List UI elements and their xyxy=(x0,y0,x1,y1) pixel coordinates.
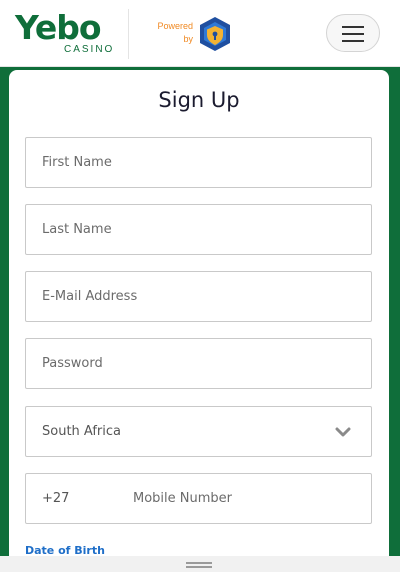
mobile-number-field[interactable]: +27 Mobile Number xyxy=(25,473,372,524)
drag-handle-icon[interactable] xyxy=(0,556,400,572)
mobile-number-placeholder: Mobile Number xyxy=(133,491,232,506)
handle-line-2 xyxy=(186,566,212,568)
shield-lock-icon xyxy=(200,17,230,51)
handle-line-1 xyxy=(186,562,212,564)
bottom-sheet-bar xyxy=(0,556,400,572)
country-select[interactable]: South Africa xyxy=(25,406,372,457)
menu-line-2 xyxy=(342,33,364,35)
last-name-placeholder: Last Name xyxy=(42,222,112,237)
menu-line-3 xyxy=(342,40,364,42)
by-text: by xyxy=(183,34,193,44)
chevron-down-icon xyxy=(335,427,351,437)
header-divider xyxy=(128,9,129,59)
logo-subtitle: CASINO xyxy=(64,44,115,55)
password-field[interactable]: Password xyxy=(25,338,372,389)
hamburger-menu-button[interactable] xyxy=(326,14,380,52)
first-name-field[interactable]: First Name xyxy=(25,137,372,188)
password-placeholder: Password xyxy=(42,356,103,371)
phone-country-code: +27 xyxy=(42,491,70,506)
powered-text: Powered xyxy=(157,21,193,31)
menu-line-1 xyxy=(342,26,364,28)
powered-by-label: Powered by xyxy=(147,20,193,46)
last-name-field[interactable]: Last Name xyxy=(25,204,372,255)
country-value: South Africa xyxy=(42,424,121,439)
first-name-placeholder: First Name xyxy=(42,155,112,170)
logo-wordmark: Yebo xyxy=(15,8,102,47)
site-header: Yebo CASINO Powered by xyxy=(0,0,400,67)
yebo-casino-logo[interactable]: Yebo CASINO xyxy=(15,9,115,57)
email-field[interactable]: E-Mail Address xyxy=(25,271,372,322)
page-title: Sign Up xyxy=(158,88,240,112)
signup-card: Sign Up First Name Last Name E-Mail Addr… xyxy=(9,70,389,572)
email-placeholder: E-Mail Address xyxy=(42,289,138,304)
